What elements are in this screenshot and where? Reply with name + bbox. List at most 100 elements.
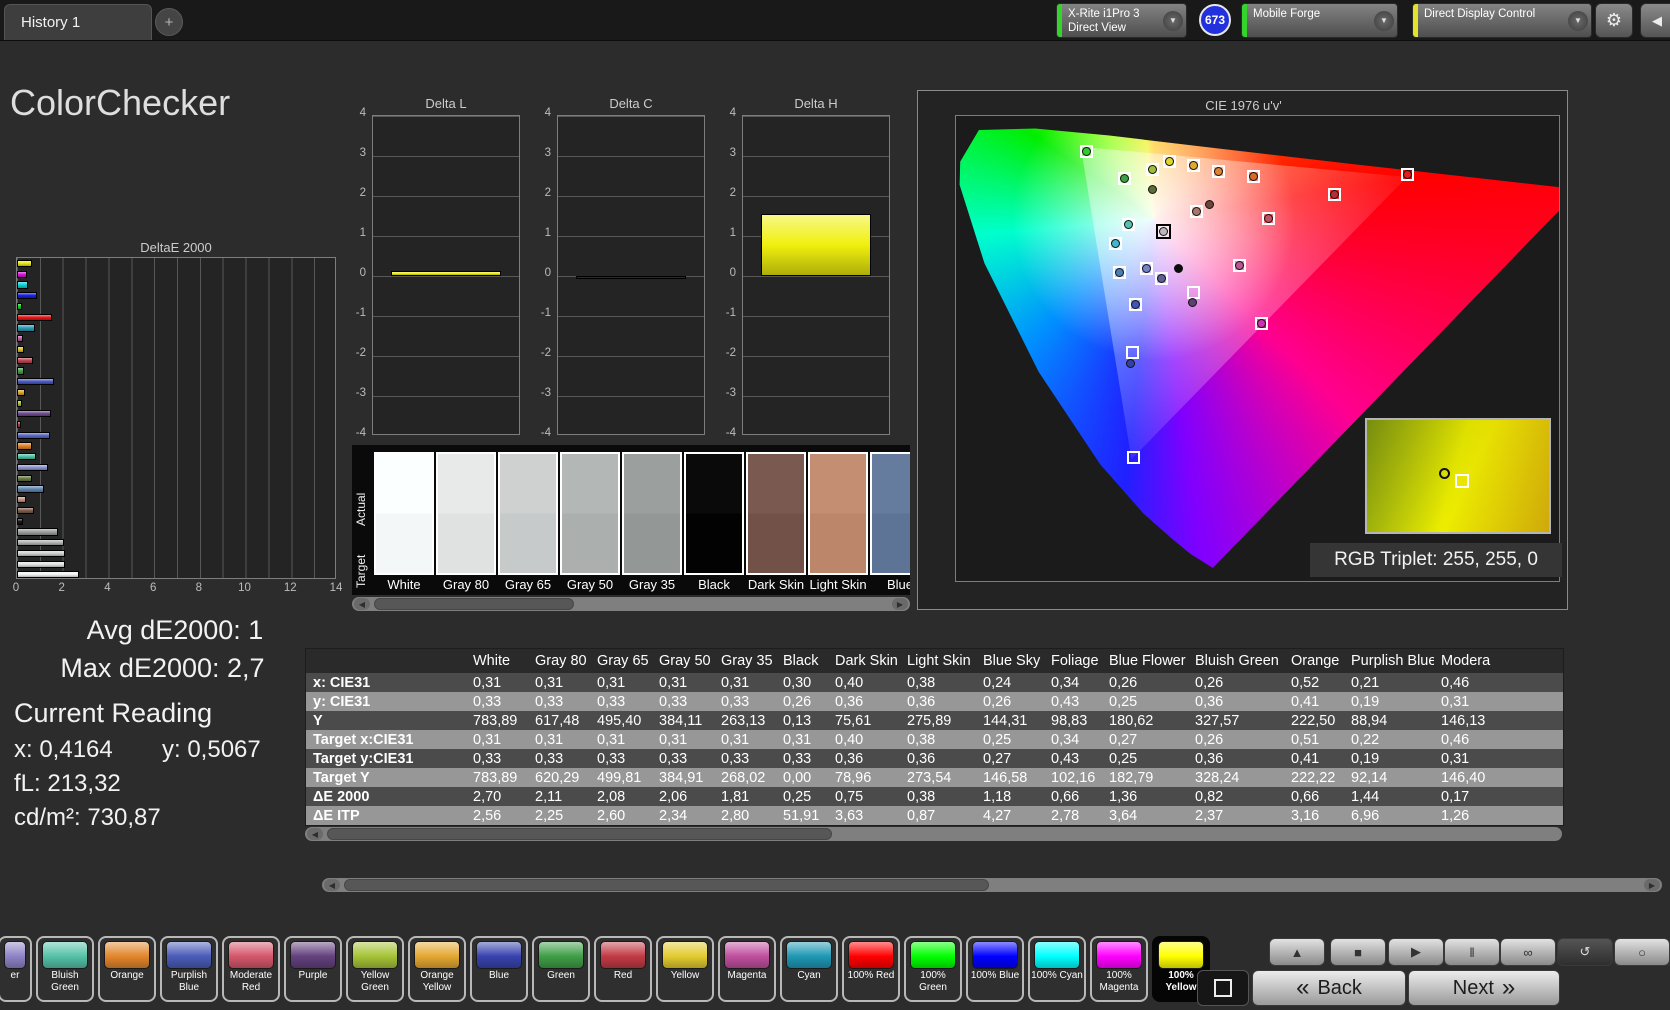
table-cell: 0,26 — [783, 693, 812, 710]
patch-button-yellow[interactable]: Yellow — [656, 936, 714, 1002]
scroll-left-icon[interactable]: ◀ — [324, 879, 340, 891]
patch-button-bluish-green[interactable]: Bluish Green — [36, 936, 94, 1002]
swatch-label: Gray 80 — [442, 577, 490, 592]
layout-button[interactable] — [1197, 970, 1249, 1006]
measured-circle-marker — [1234, 261, 1244, 271]
record-button[interactable]: ○ — [1614, 938, 1670, 966]
patch-button-green[interactable]: Green — [532, 936, 590, 1002]
patch-strip-scrollbar-thumb[interactable] — [344, 879, 989, 891]
pause-button[interactable]: ‖ — [1444, 938, 1500, 966]
table-cell: 88,94 — [1351, 712, 1388, 729]
loop-button[interactable]: ↺ — [1557, 938, 1613, 966]
measurement-count-badge[interactable]: 673 — [1199, 4, 1231, 36]
patch-button-orange-yellow[interactable]: Orange Yellow — [408, 936, 466, 1002]
scroll-right-icon[interactable]: ▶ — [1644, 879, 1660, 891]
scroll-left-icon[interactable]: ◀ — [307, 828, 323, 840]
continuous-read-icon: ∞ — [1523, 944, 1533, 960]
pause-icon: ‖ — [1469, 944, 1475, 960]
table-cell: 3,63 — [835, 807, 864, 824]
deltae-x-tick: 0 — [12, 582, 20, 594]
chevron-down-icon: ▼ — [1568, 10, 1588, 31]
patch-strip-scrollbar[interactable]: ◀ ▶ — [322, 878, 1662, 892]
patch-button-moderate-red[interactable]: Moderate Red — [222, 936, 280, 1002]
table-cell: 0,26 — [1195, 731, 1224, 748]
measured-circle-marker — [1114, 268, 1124, 278]
table-cell: 0,25 — [1109, 750, 1138, 767]
delta-chart-plot — [742, 115, 890, 435]
table-cell: 102,16 — [1051, 769, 1096, 786]
patch-button-magenta[interactable]: Magenta — [718, 936, 776, 1002]
meter-dropdown[interactable]: X-Rite i1Pro 3 Direct View ▼ — [1056, 3, 1187, 38]
table-cell: 0,33 — [535, 750, 564, 767]
patch-color — [786, 941, 832, 969]
table-cell: 2,11 — [535, 788, 563, 805]
play-button[interactable]: ▶ — [1388, 938, 1444, 966]
continuous-read-button[interactable]: ∞ — [1500, 938, 1556, 966]
back-button[interactable]: « Back — [1252, 970, 1406, 1006]
patch-button-purple[interactable]: Purple — [284, 936, 342, 1002]
app-window: History 1 + X-Rite i1Pro 3 Direct View ▼… — [0, 0, 1670, 1010]
patch-button-red[interactable]: Red — [594, 936, 652, 1002]
collapse-up-button[interactable]: ▲ — [1269, 938, 1325, 966]
deltae-bar — [17, 571, 79, 579]
table-row: ΔE 2000 2,70 2,11 2,08 2,06 1,81 0,25 0,75 0,38 1… — [306, 787, 1563, 806]
patch-button-yellow-green[interactable]: Yellow Green — [346, 936, 404, 1002]
deltae-bar — [17, 539, 65, 547]
scroll-left-icon[interactable]: ◀ — [354, 598, 370, 610]
patch-button-100-green[interactable]: 100% Green — [904, 936, 962, 1002]
patch-button-100-magenta[interactable]: 100% Magenta — [1090, 936, 1148, 1002]
tab-label: History 1 — [21, 14, 81, 31]
back-label: Back — [1317, 976, 1362, 999]
table-cell: 2,60 — [597, 807, 626, 824]
swatch-scrollbar[interactable]: ◀ ▶ — [352, 597, 910, 611]
table-cell: 0,33 — [535, 693, 564, 710]
source-name: Mobile Forge — [1253, 8, 1321, 20]
swatch-black — [684, 452, 744, 575]
table-cell: 3,64 — [1109, 807, 1138, 824]
deltae-bar — [17, 356, 34, 364]
settings-button[interactable]: ⚙ — [1595, 3, 1633, 38]
patch-button-100-cyan[interactable]: 100% Cyan — [1028, 936, 1086, 1002]
patch-label: Purplish Blue — [170, 970, 208, 993]
add-tab-button[interactable]: + — [155, 8, 183, 36]
table-scrollbar[interactable]: ◀ — [305, 827, 1562, 841]
table-cell: 180,62 — [1109, 712, 1154, 729]
stop-button[interactable]: ■ — [1330, 938, 1386, 966]
max-de2000-stat: Max dE2000: 2,7 — [60, 653, 265, 683]
column-header: Gray 35 — [721, 653, 773, 669]
table-cell: 783,89 — [473, 769, 518, 786]
table-cell: 384,91 — [659, 769, 704, 786]
scroll-right-icon[interactable]: ▶ — [892, 598, 908, 610]
collapse-panel-button[interactable]: ◀ — [1640, 3, 1670, 38]
swatch-scrollbar-thumb[interactable] — [374, 598, 574, 610]
patch-button-er[interactable]: er — [0, 936, 32, 1002]
deltae-bar — [17, 345, 24, 354]
tab-bar: History 1 + X-Rite i1Pro 3 Direct View ▼… — [0, 0, 1670, 41]
next-button[interactable]: Next » — [1408, 970, 1560, 1006]
patch-button-100-red[interactable]: 100% Red — [842, 936, 900, 1002]
table-cell: 2,80 — [721, 807, 750, 824]
delta-y-tick: -3 — [725, 387, 736, 399]
tab-history-1[interactable]: History 1 — [4, 4, 152, 40]
deltae-bar — [17, 463, 49, 472]
patch-button-purplish-blue[interactable]: Purplish Blue — [160, 936, 218, 1002]
table-cell: 0,31 — [659, 674, 688, 691]
measured-circle-marker — [1213, 167, 1223, 177]
swatch-label: Blue — [886, 577, 910, 592]
table-row: x: CIE31 0,31 0,31 0,31 0,31 0,31 0,30 0,40 0,38… — [306, 673, 1563, 692]
delta-y-tick: 1 — [729, 227, 736, 239]
deltae-bar — [17, 324, 35, 332]
table-scrollbar-thumb[interactable] — [327, 828, 832, 840]
patch-button-blue[interactable]: Blue — [470, 936, 528, 1002]
source-dropdown[interactable]: Mobile Forge ▼ — [1241, 3, 1398, 38]
patch-label: Green — [547, 970, 575, 981]
patch-button-cyan[interactable]: Cyan — [780, 936, 838, 1002]
table-cell: 146,40 — [1441, 769, 1486, 786]
patch-color — [352, 941, 398, 969]
table-cell: 146,13 — [1441, 712, 1486, 729]
table-cell: 2,37 — [1195, 807, 1224, 824]
table-cell: 0,40 — [835, 674, 864, 691]
patch-button-100-blue[interactable]: 100% Blue — [966, 936, 1024, 1002]
patch-button-orange[interactable]: Orange — [98, 936, 156, 1002]
display-control-dropdown[interactable]: Direct Display Control ▼ — [1412, 3, 1592, 38]
